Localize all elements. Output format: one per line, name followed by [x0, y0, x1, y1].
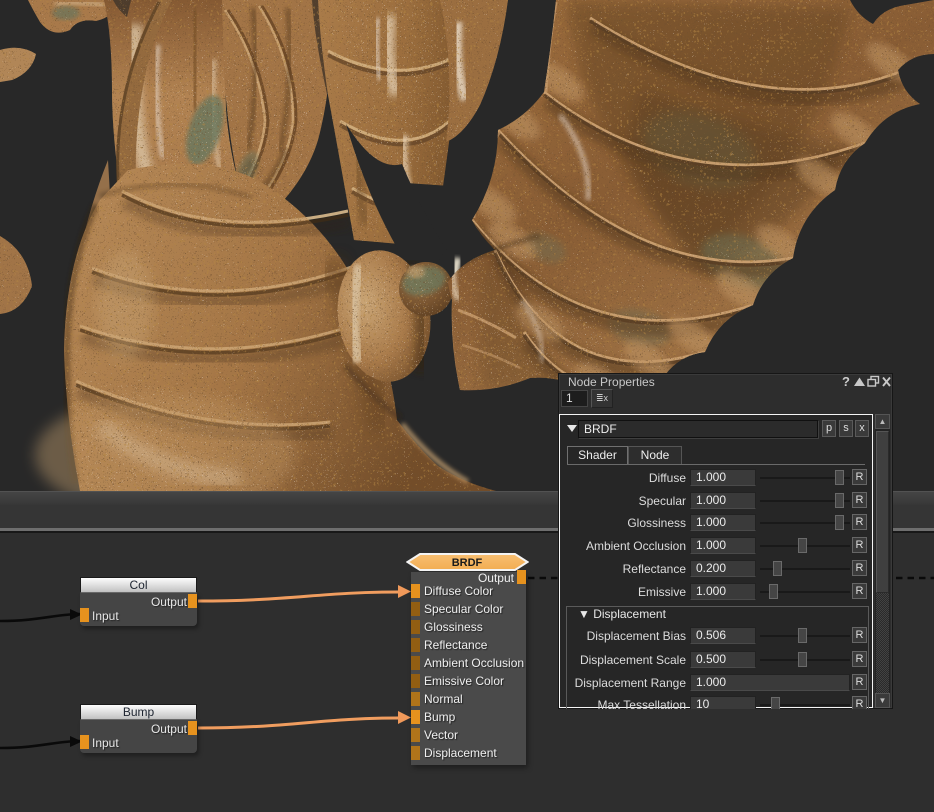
- svg-text:BRDF: BRDF: [452, 557, 483, 569]
- svg-text:?: ?: [842, 375, 850, 388]
